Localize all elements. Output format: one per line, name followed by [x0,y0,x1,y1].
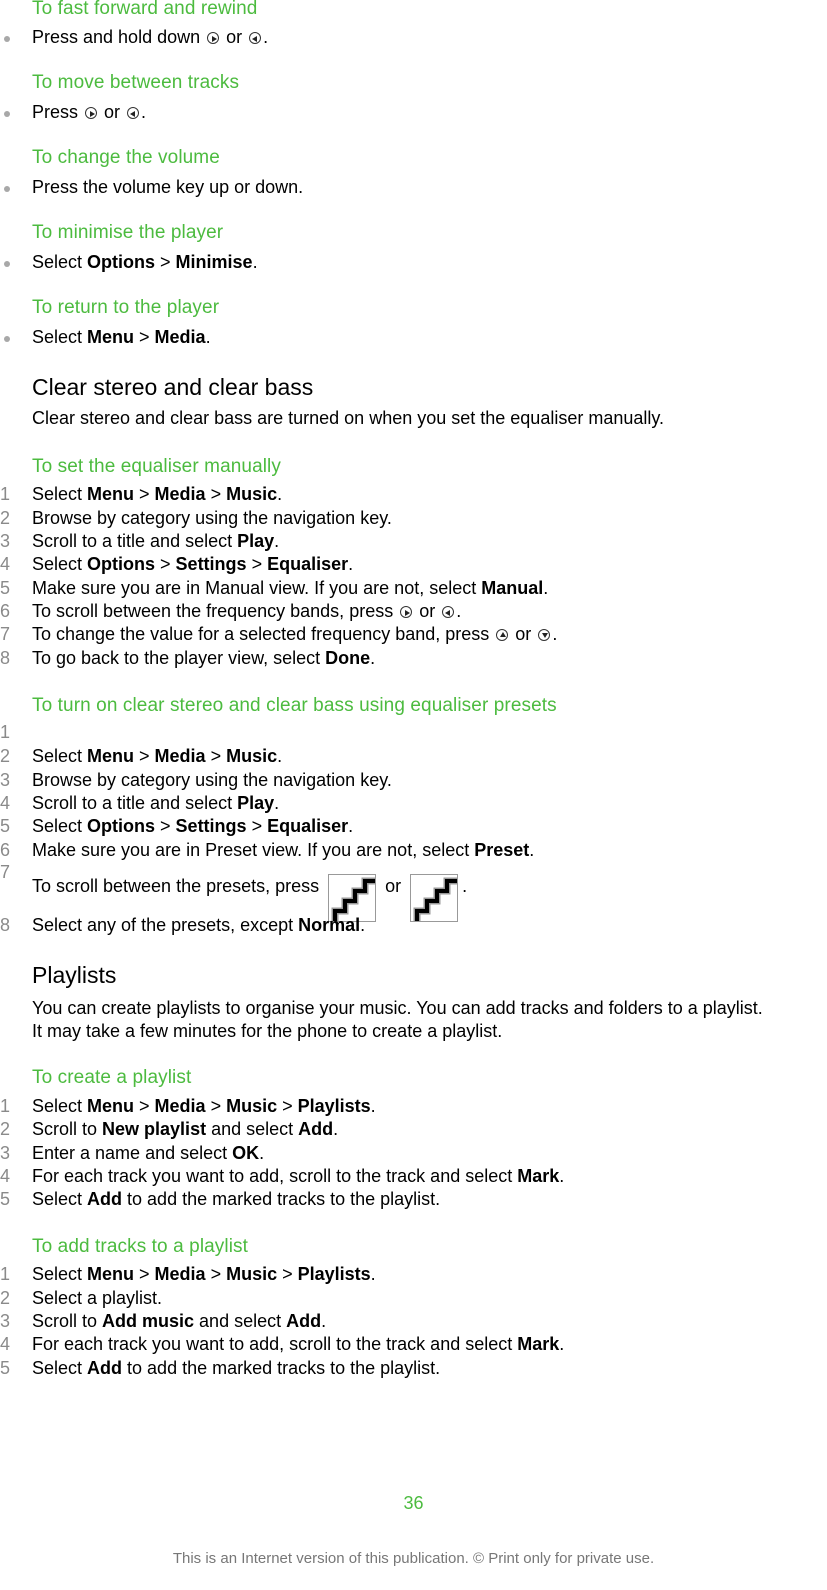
heading-set-equaliser: To set the equaliser manually [32,456,281,477]
step-text: For each track you want to add, scroll t… [32,1334,565,1354]
step-text: Select Menu > Media > Music > Playlists. [32,1096,376,1116]
step-number: 5 [0,1189,11,1209]
step-text: To change the value for a selected frequ… [32,624,558,644]
step-text: Scroll to a title and select Play. [32,531,280,551]
nav-right-icon [400,606,413,618]
step-number: 2 [0,1288,11,1308]
step-number: 6 [0,601,11,621]
step-text: Scroll to Add music and select Add. [32,1311,327,1331]
heading-change-volume: To change the volume [32,147,220,168]
step-text: To go back to the player view, select Do… [32,648,376,668]
nav-left-icon [127,107,140,119]
step-number: 2 [0,746,11,766]
step-text: Select a playlist. [32,1288,163,1308]
step-text: Select Options > Settings > Equaliser. [32,554,354,574]
step-number: 8 [0,915,11,935]
step-text: Enter a name and select OK. [32,1143,265,1163]
step-text: Select Add to add the marked tracks to t… [32,1358,441,1378]
step-text: Select Menu > Media > Music > Playlists. [32,1264,376,1284]
nav-up-icon [496,629,509,641]
step-text: Make sure you are in Manual view. If you… [32,578,549,598]
nav-down-icon [538,629,551,641]
step-number: 2 [0,1119,11,1139]
step-number: 5 [0,816,11,836]
heading-minimise: To minimise the player [32,222,224,243]
heading-create-playlist: To create a playlist [32,1067,192,1088]
step-number: 8 [0,648,11,668]
step-text: Scroll to New playlist and select Add. [32,1119,339,1139]
step-number: 5 [0,1358,11,1378]
nav-right-icon [85,107,98,119]
step-number: 1 [0,484,11,504]
heading-move-tracks: To move between tracks [32,72,240,93]
bullet [4,261,10,267]
step-number: 7 [0,624,11,644]
step-number: 7 [0,862,11,882]
step-number: 3 [0,1311,11,1331]
section-title-playlists: Playlists [32,962,117,988]
paragraph: Clear stereo and clear bass are turned o… [32,408,665,428]
heading-fast-forward: To fast forward and rewind [32,0,258,19]
step-number: 1 [0,1096,11,1116]
step-text: Browse by category using the navigation … [32,508,392,528]
step-number: 3 [0,531,11,551]
step-text: Make sure you are in Preset view. If you… [32,840,535,860]
step-text: For each track you want to add, scroll t… [32,1166,565,1186]
step-number: 4 [0,1334,11,1354]
step-text: Select any of the presets, except Normal… [32,915,366,935]
step-number: 3 [0,770,11,790]
step-text: Select Options > Settings > Equaliser. [32,816,354,836]
step-number: 6 [0,840,11,860]
step-number: 1 [0,722,11,742]
step-number: 4 [0,793,11,813]
bullet [4,111,10,117]
heading-return-player: To return to the player [32,297,220,318]
step-text: Browse by category using the navigation … [32,770,392,790]
step-text: Select Menu > Media > Music. [32,746,283,766]
step-text: Select Add to add the marked tracks to t… [32,1189,441,1209]
step-number: 3 [0,1143,11,1163]
step-number: 5 [0,578,11,598]
step-text: Select Menu > Media > Music. [32,484,283,504]
step-number: 4 [0,554,11,574]
bullet [4,336,10,342]
step-number: 4 [0,1166,11,1186]
heading-add-tracks: To add tracks to a playlist [32,1236,249,1257]
page-number: 36 [403,1493,424,1513]
section-title-clear-stereo: Clear stereo and clear bass [32,374,314,400]
nav-right-icon [207,32,220,44]
paragraph: You can create playlists to organise you… [32,998,763,1018]
footer-notice: This is an Internet version of this publ… [172,1550,655,1567]
equaliser-preset-icon [410,874,459,922]
nav-left-icon [249,32,262,44]
heading-presets: To turn on clear stereo and clear bass u… [32,695,557,716]
nav-left-icon [442,606,455,618]
paragraph: It may take a few minutes for the phone … [32,1021,503,1041]
bullet [4,186,10,192]
bullet [4,36,10,42]
step-number: 2 [0,508,11,528]
step-number: 1 [0,1264,11,1284]
step-text: To scroll between the frequency bands, p… [32,601,462,621]
step-text: Scroll to a title and select Play. [32,793,280,813]
